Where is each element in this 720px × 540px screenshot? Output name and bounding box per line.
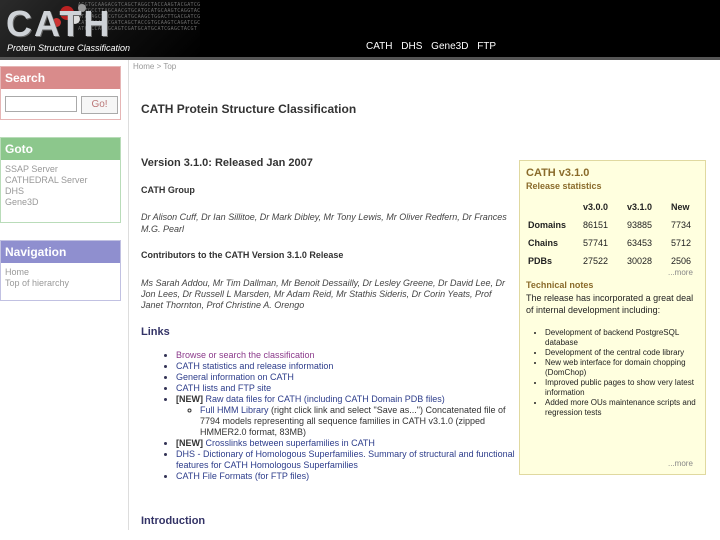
table-cell: 27522 (583, 256, 609, 266)
release-more-link[interactable]: ...more (668, 268, 693, 277)
release-title: CATH v3.1.0 (526, 167, 590, 179)
cath-logo[interactable]: ACGTGCAAGACGTCAGCTAGGCTACCAAGTACGATCGCAT… (0, 0, 200, 57)
column-header (528, 198, 583, 216)
logo-subtitle: Protein Structure Classification (7, 43, 131, 53)
table-cell: 30028 (627, 256, 653, 266)
new-badge: [NEW] (176, 438, 203, 448)
release-stats-table: v3.0.0 v3.1.0 New Domains 86151 93885 77… (528, 198, 691, 270)
link-general-information[interactable]: General information on CATH (176, 372, 294, 382)
links-heading: Links (141, 326, 170, 338)
link-statistics-release[interactable]: CATH statistics and release information (176, 361, 333, 371)
goto-panel-title: Goto (1, 138, 120, 160)
column-header: v3.0.0 (583, 202, 609, 212)
table-cell: 63453 (627, 238, 653, 248)
column-header: v3.1.0 (627, 202, 653, 212)
introduction-heading: Introduction (141, 515, 206, 527)
table-cell: 57741 (583, 238, 609, 248)
search-panel: Search Go! (0, 66, 121, 120)
navigation-panel-title: Navigation (1, 241, 120, 263)
table-header-row: v3.0.0 v3.1.0 New (528, 198, 691, 216)
top-navigation: CATH DHS Gene3D FTP (366, 41, 500, 52)
table-row: PDBs 27522 30028 2506 (528, 252, 691, 270)
link-full-hmm-library[interactable]: Full HMM Library (200, 405, 269, 415)
goto-link-gene3d[interactable]: Gene3D (5, 197, 116, 208)
link-crosslinks-superfamilies[interactable]: Crosslinks between superfamilies in CATH (206, 438, 375, 448)
row-label: Domains (528, 220, 567, 230)
sub-list: Full HMM Library (right click link and s… (176, 405, 516, 438)
list-item: DHS - Dictionary of Homologous Superfami… (176, 449, 516, 471)
table-row: Domains 86151 93885 7734 (528, 216, 691, 234)
column-header: New (671, 202, 690, 212)
list-item: Improved public pages to show very lates… (545, 378, 705, 398)
list-item: CATH statistics and release information (176, 361, 516, 372)
link-browse-classification[interactable]: Browse or search the classification (176, 350, 315, 360)
link-cath-lists-ftp[interactable]: CATH lists and FTP site (176, 383, 271, 393)
list-item: [NEW] Crosslinks between superfamilies i… (176, 438, 516, 449)
version-heading: Version 3.1.0: Released Jan 2007 (141, 157, 313, 169)
release-subtitle: Release statistics (526, 181, 602, 191)
list-item: General information on CATH (176, 372, 516, 383)
goto-panel: Goto SSAP Server CATHEDRAL Server DHS Ge… (0, 137, 121, 223)
contributors-list: Ms Sarah Addou, Mr Tim Dallman, Mr Benoi… (141, 278, 506, 310)
table-cell: 93885 (627, 220, 653, 230)
technical-notes-more-link[interactable]: ...more (668, 459, 693, 468)
contributors-heading: Contributors to the CATH Version 3.1.0 R… (141, 250, 344, 260)
search-input[interactable] (5, 96, 77, 112)
cath-group-heading: CATH Group (141, 185, 195, 195)
list-item: Development of backend PostgreSQL databa… (545, 328, 705, 348)
page-title: CATH Protein Structure Classification (141, 102, 357, 116)
breadcrumb[interactable]: Home > Top (133, 62, 176, 71)
links-list: Browse or search the classification CATH… (166, 350, 516, 482)
link-file-formats[interactable]: CATH File Formats (for FTP files) (176, 471, 309, 481)
list-item: Full HMM Library (right click link and s… (200, 405, 516, 438)
list-item: Added more OUs maintenance scripts and r… (545, 398, 705, 418)
list-item: CATH File Formats (for FTP files) (176, 471, 516, 482)
navigation-panel: Navigation Home Top of hierarchy (0, 240, 121, 301)
release-statistics-panel: CATH v3.1.0 Release statistics v3.0.0 v3… (519, 160, 706, 475)
nav-link-top-of-hierarchy[interactable]: Top of hierarchy (5, 278, 116, 289)
list-item: Browse or search the classification (176, 350, 516, 361)
technical-notes-heading: Technical notes (526, 280, 594, 290)
search-panel-title: Search (1, 67, 120, 89)
table-cell: 86151 (583, 220, 609, 230)
table-cell: 5712 (671, 238, 692, 248)
technical-notes-list: Development of backend PostgreSQL databa… (530, 328, 705, 418)
nav-link-dhs[interactable]: DHS (401, 41, 422, 52)
table-row: Chains 57741 63453 5712 (528, 234, 691, 252)
goto-link-dhs[interactable]: DHS (5, 186, 116, 197)
row-label: PDBs (528, 256, 553, 266)
link-dhs-dictionary[interactable]: DHS - Dictionary of Homologous Superfami… (176, 449, 363, 459)
new-badge: [NEW] (176, 394, 203, 404)
site-header: ACGTGCAAGACGTCAGCTAGGCTACCAAGTACGATCGCAT… (0, 0, 720, 57)
goto-link-ssap-server[interactable]: SSAP Server (5, 164, 116, 175)
list-item: CATH lists and FTP site (176, 383, 516, 394)
nav-link-home[interactable]: Home (5, 267, 116, 278)
list-item: New web interface for domain chopping (D… (545, 358, 705, 378)
list-item: [NEW] Raw data files for CATH (including… (176, 394, 516, 438)
row-label: Chains (528, 238, 559, 248)
list-item: Development of the central code library (545, 348, 705, 358)
technical-notes-text: The release has incorporated a great dea… (526, 293, 694, 315)
table-cell: 7734 (671, 220, 692, 230)
goto-link-cathedral-server[interactable]: CATHEDRAL Server (5, 175, 116, 186)
nav-link-gene3d[interactable]: Gene3D (431, 41, 468, 52)
nav-link-cath[interactable]: CATH (366, 41, 392, 52)
nav-link-ftp[interactable]: FTP (477, 41, 496, 52)
logo-title: CATH (6, 3, 112, 44)
cath-group-members: Dr Alison Cuff, Dr Ian Sillitoe, Dr Mark… (141, 212, 507, 234)
link-raw-data-files[interactable]: Raw data files for CATH (including CATH … (206, 394, 445, 404)
search-go-button[interactable]: Go! (81, 96, 118, 114)
